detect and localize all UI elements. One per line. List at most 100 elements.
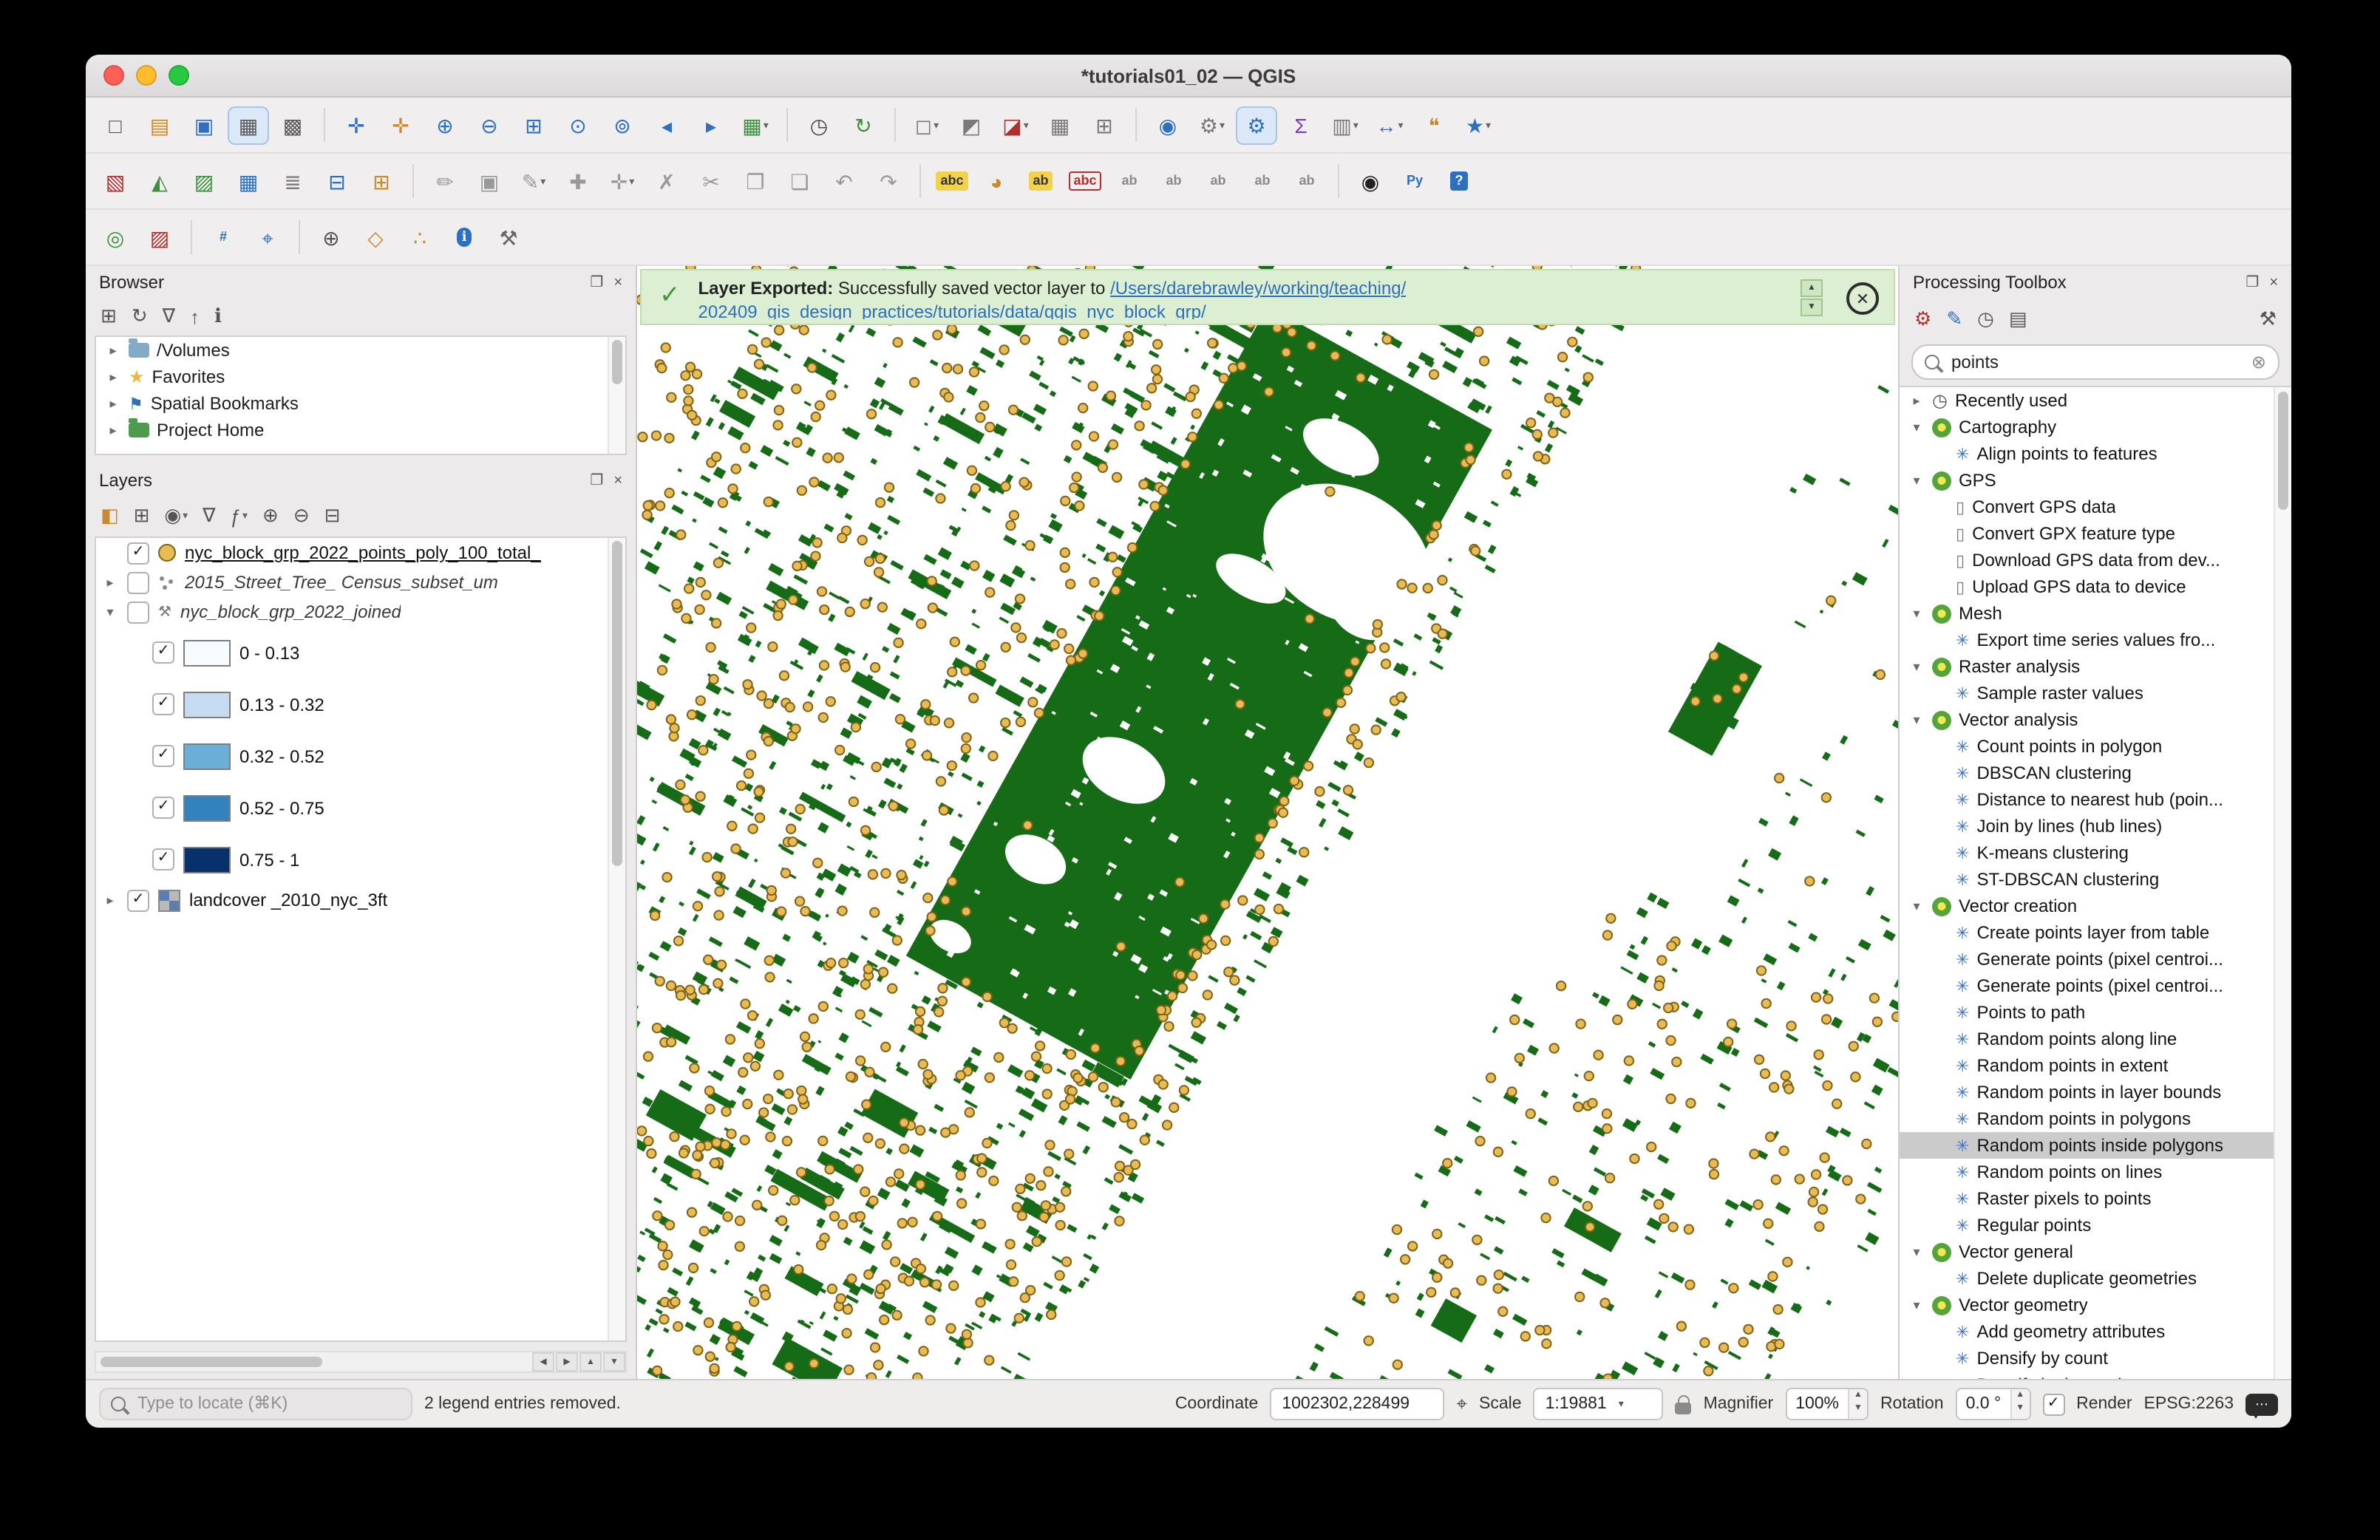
layer-row-nyc-block-grp-2022-joined[interactable]: ▾ ⚒ nyc_block_grp_2022_joined bbox=[96, 597, 625, 627]
new-project-button[interactable]: □ bbox=[95, 106, 136, 144]
float-panel-icon[interactable]: ❐ bbox=[2245, 274, 2259, 290]
crs-indicator[interactable]: EPSG:2263 bbox=[2144, 1395, 2234, 1413]
algorithm-points-to-path[interactable]: ✳ Points to path bbox=[1900, 999, 2291, 1026]
scroll-thumb[interactable] bbox=[612, 340, 622, 384]
zoom-in-button[interactable]: ⊕ bbox=[424, 106, 466, 144]
refresh-map-button[interactable]: ↻ bbox=[843, 106, 884, 144]
collapse-all-browser-icon[interactable]: ↑ bbox=[190, 305, 200, 327]
zoom-window-button[interactable] bbox=[169, 65, 189, 86]
zoom-to-selection-button[interactable]: ⊙ bbox=[557, 106, 599, 144]
python-console-button[interactable]: Py bbox=[1394, 162, 1435, 200]
vertical-scrollbar[interactable] bbox=[608, 538, 625, 1340]
add-feature-button[interactable]: ✚ bbox=[557, 162, 599, 200]
spin-up-icon[interactable]: ▲ bbox=[2011, 1389, 2029, 1403]
models-icon[interactable]: ⚙ bbox=[1914, 307, 1931, 331]
collapse-all-icon[interactable]: ⊖ bbox=[293, 504, 310, 528]
zoom-to-layer-button[interactable]: ⊚ bbox=[602, 106, 643, 144]
class-row-0-52-0-75[interactable]: ✓ 0.52 - 0.75 bbox=[96, 782, 625, 834]
algorithm-convert-gps-data[interactable]: ▯ Convert GPS data bbox=[1900, 494, 2291, 520]
algorithm-export-time-series-values-fro[interactable]: ✳ Export time series values fro... bbox=[1900, 627, 2291, 653]
group-gps[interactable]: ▾ GPS bbox=[1900, 467, 2291, 494]
algorithm-random-points-in-extent[interactable]: ✳ Random points in extent bbox=[1900, 1052, 2291, 1079]
mouse-position-icon[interactable]: ⌖ bbox=[1456, 1392, 1467, 1416]
zoom-to-native-resolution-button[interactable]: ◎ bbox=[95, 218, 136, 256]
magnifier-spinbox[interactable]: 100% ▲ ▼ bbox=[1785, 1388, 1869, 1420]
class-row-0-13-0-32[interactable]: ✓ 0.13 - 0.32 bbox=[96, 678, 625, 730]
new-spatial-bookmark-button[interactable]: ★ ▾ bbox=[1458, 106, 1499, 144]
close-window-button[interactable] bbox=[103, 65, 124, 86]
filter-browser-icon[interactable]: ∇ bbox=[163, 304, 175, 328]
highlight-pinned-labels-button[interactable]: abc bbox=[1064, 162, 1106, 200]
algorithm-raster-pixels-to-points[interactable]: ✳ Raster pixels to points bbox=[1900, 1185, 2291, 1212]
vertical-scrollbar[interactable] bbox=[2274, 387, 2291, 1379]
disclosure-icon[interactable]: ▾ bbox=[1908, 1244, 1925, 1260]
add-mesh-layer-button[interactable]: ▦ bbox=[228, 162, 269, 200]
save-layer-edits-button[interactable]: ▣ bbox=[469, 162, 510, 200]
disclosure-icon[interactable]: ▾ bbox=[1908, 419, 1925, 435]
measure-line-button[interactable]: ↔ ▾ bbox=[1369, 106, 1410, 144]
show-map-theme-button[interactable]: ▥ ▾ bbox=[1325, 106, 1366, 144]
algorithm-random-points-inside-polygons[interactable]: ✳ Random points inside polygons bbox=[1900, 1132, 2291, 1159]
delete-selected-button[interactable]: ✗ bbox=[646, 162, 687, 200]
title-bar[interactable]: *tutorials01_02 — QGIS bbox=[86, 55, 2291, 98]
algorithm-add-geometry-attributes[interactable]: ✳ Add geometry attributes bbox=[1900, 1318, 2291, 1345]
pan-map-button[interactable]: ✛ bbox=[336, 106, 377, 144]
layer-labeling-options-button[interactable]: abc bbox=[931, 162, 973, 200]
close-panel-icon[interactable]: × bbox=[613, 472, 622, 488]
help-contents-button[interactable]: ? bbox=[1438, 162, 1480, 200]
layer-visibility-checkbox[interactable]: ✓ bbox=[127, 542, 149, 564]
algorithm-align-points-to-features[interactable]: ✳ Align points to features bbox=[1900, 440, 2291, 467]
add-delimited-text-layer-button[interactable]: ≣ bbox=[272, 162, 313, 200]
algorithm-random-points-along-line[interactable]: ✳ Random points along line bbox=[1900, 1026, 2291, 1052]
algorithm-convert-gpx-feature-type[interactable]: ▯ Convert GPX feature type bbox=[1900, 520, 2291, 547]
select-features-button[interactable]: ◻ ▾ bbox=[906, 106, 948, 144]
tracing-button[interactable]: ∴ bbox=[399, 218, 441, 256]
algorithm-densify-by-count[interactable]: ✳ Densify by count bbox=[1900, 1345, 2291, 1372]
class-visibility-checkbox[interactable]: ✓ bbox=[152, 693, 174, 715]
new-3d-map-view-button[interactable]: ▦ ▾ bbox=[735, 106, 776, 144]
clear-search-icon[interactable]: ⊗ bbox=[2251, 352, 2266, 372]
disclosure-icon[interactable]: ▸ bbox=[1908, 392, 1925, 409]
paste-features-button[interactable]: ❏ bbox=[779, 162, 820, 200]
add-vector-layer-button[interactable]: ◭ bbox=[139, 162, 180, 200]
layer-row-nyc-block-grp-2022-points-poly-100-total[interactable]: ✓ nyc_block_grp_2022_points_poly_100_tota… bbox=[96, 538, 625, 568]
disclosure-icon[interactable]: ▸ bbox=[102, 892, 118, 908]
add-raster-layer-button[interactable]: ▨ bbox=[183, 162, 225, 200]
algorithm-generate-points-pixel-centroi[interactable]: ✳ Generate points (pixel centroi... bbox=[1900, 972, 2291, 999]
pan-to-selection-button[interactable]: ✛ bbox=[380, 106, 421, 144]
float-panel-icon[interactable]: ❐ bbox=[590, 274, 603, 290]
rotation-spinbox[interactable]: 0.0 ° ▲ ▼ bbox=[1955, 1388, 2031, 1420]
add-group-icon[interactable]: ⊞ bbox=[134, 504, 150, 528]
temporal-controller-button[interactable]: ◷ bbox=[798, 106, 840, 144]
exported-path-link-line2[interactable]: 202409_gis_design_practices/tutorials/da… bbox=[698, 301, 1206, 319]
identify-features-button[interactable]: ◉ bbox=[1147, 106, 1189, 144]
deselect-all-button[interactable]: ◪ ▾ bbox=[995, 106, 1036, 144]
group-vector-creation[interactable]: ▾ Vector creation bbox=[1900, 893, 2291, 919]
cut-features-button[interactable]: ✂ bbox=[690, 162, 732, 200]
coordinate-input[interactable]: 1002302,228499 bbox=[1270, 1388, 1445, 1420]
class-row-0-0-13[interactable]: ✓ 0 - 0.13 bbox=[96, 627, 625, 678]
algorithm-create-points-layer-from-table[interactable]: ✳ Create points layer from table bbox=[1900, 919, 2291, 946]
algorithm-upload-gps-data-to-device[interactable]: ▯ Upload GPS data to device bbox=[1900, 573, 2291, 600]
add-postgis-layer-button[interactable]: ⊟ bbox=[316, 162, 358, 200]
raster-stretch-button[interactable]: ▨ bbox=[139, 218, 180, 256]
browser-item-spatial-bookmarks[interactable]: ▸ ⚑ Spatial Bookmarks bbox=[96, 390, 625, 417]
algorithm-download-gps-data-from-dev[interactable]: ▯ Download GPS data from dev... bbox=[1900, 547, 2291, 573]
algorithm-generate-points-pixel-centroi[interactable]: ✳ Generate points (pixel centroi... bbox=[1900, 946, 2291, 972]
spin-up-icon[interactable]: ▲ bbox=[1849, 1389, 1867, 1403]
rotate-label-button[interactable]: ab bbox=[1242, 162, 1283, 200]
previous-message-button[interactable]: ▲ bbox=[1801, 279, 1823, 297]
browser-item-project-home[interactable]: ▸ Project Home bbox=[96, 417, 625, 443]
layer-visibility-checkbox[interactable] bbox=[127, 571, 149, 593]
disclosure-icon[interactable]: ▾ bbox=[1908, 1297, 1925, 1313]
edit-features-in-place-icon[interactable]: ✎ bbox=[1946, 307, 1962, 331]
add-connection-icon[interactable]: ⊞ bbox=[101, 304, 117, 328]
disclosure-icon[interactable]: ▸ bbox=[105, 369, 121, 385]
undo-button[interactable]: ↶ bbox=[823, 162, 865, 200]
algorithm-regular-points[interactable]: ✳ Regular points bbox=[1900, 1212, 2291, 1239]
scroll-thumb[interactable] bbox=[2278, 392, 2288, 510]
metasearch-button[interactable]: ℹ bbox=[443, 218, 485, 256]
refresh-browser-icon[interactable]: ↻ bbox=[132, 304, 148, 328]
class-visibility-checkbox[interactable]: ✓ bbox=[152, 848, 174, 870]
move-label-button[interactable]: ab bbox=[1197, 162, 1239, 200]
